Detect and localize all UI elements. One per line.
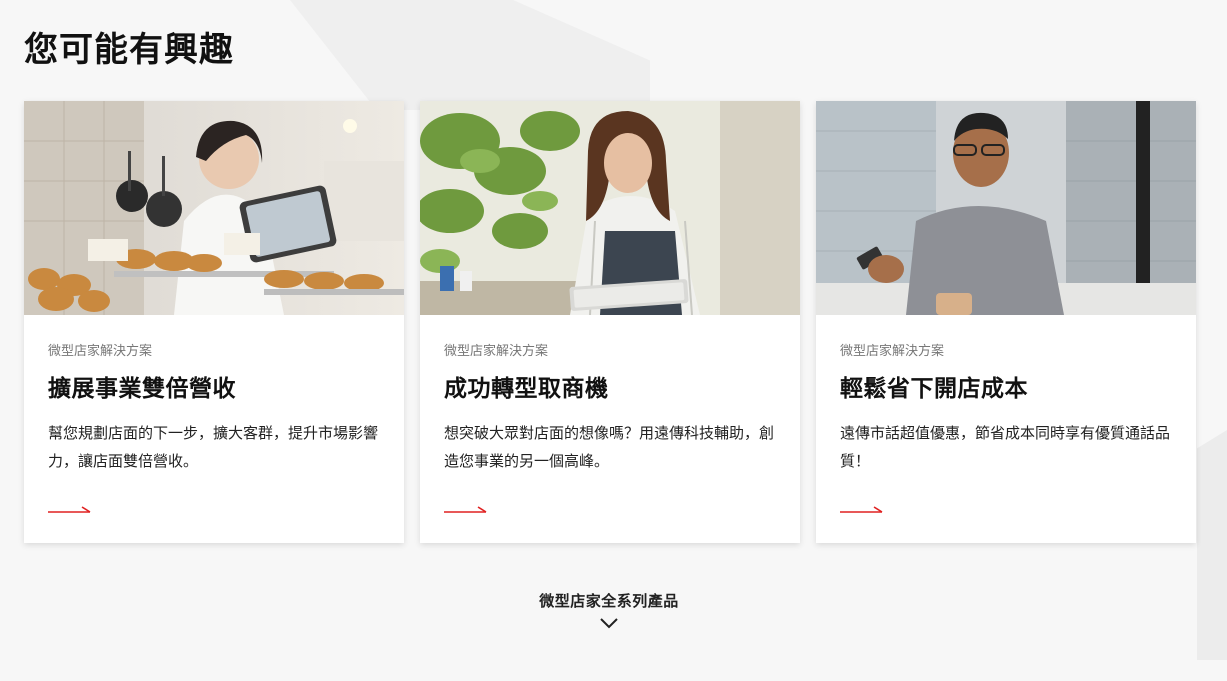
card-title: 擴展事業雙倍營收 [48,376,236,402]
all-products-link[interactable]: 微型店家全系列產品 [0,590,1218,629]
card-description: 幫您規劃店面的下一步，擴大客群，提升市場影響力，讓店面雙倍營收。 [48,424,379,470]
section-title: 您可能有興趣 [24,30,234,70]
card-expand-business[interactable]: 微型店家解決方案 擴展事業雙倍營收 幫您規劃店面的下一步，擴大客群，提升市場影響… [24,101,404,543]
arrow-right-icon[interactable] [444,505,488,515]
card-transformation[interactable]: 微型店家解決方案 成功轉型取商機 想突破大眾對店面的想像嗎？用遠傳科技輔助，創造… [420,101,800,543]
chevron-down-icon[interactable] [600,617,618,629]
background-shape [290,0,650,110]
card-title: 成功轉型取商機 [444,376,609,402]
card-title: 輕鬆省下開店成本 [840,376,1028,402]
card-image-man-phone [816,101,1196,315]
page: 您可能有興趣 微型店家解決方案 擴展事業雙倍營收 幫您規劃店面的下一步，擴大客群… [0,0,1227,681]
card-category: 微型店家解決方案 [444,344,549,359]
card-list: 微型店家解決方案 擴展事業雙倍營收 幫您規劃店面的下一步，擴大客群，提升市場影響… [24,101,1196,543]
card-save-cost[interactable]: 微型店家解決方案 輕鬆省下開店成本 遠傳市話超值優惠，節省成本同時享有優質通話品… [816,101,1196,543]
card-category: 微型店家解決方案 [48,344,153,359]
card-description: 遠傳市話超值優惠，節省成本同時享有優質通話品質！ [840,424,1171,470]
all-products-label: 微型店家全系列產品 [539,592,679,610]
card-image-barista [420,101,800,315]
card-category: 微型店家解決方案 [840,344,945,359]
card-description: 想突破大眾對店面的想像嗎？用遠傳科技輔助，創造您事業的另一個高峰。 [444,424,775,470]
card-image-bakery [24,101,404,315]
arrow-right-icon[interactable] [48,505,92,515]
arrow-right-icon[interactable] [840,505,884,515]
